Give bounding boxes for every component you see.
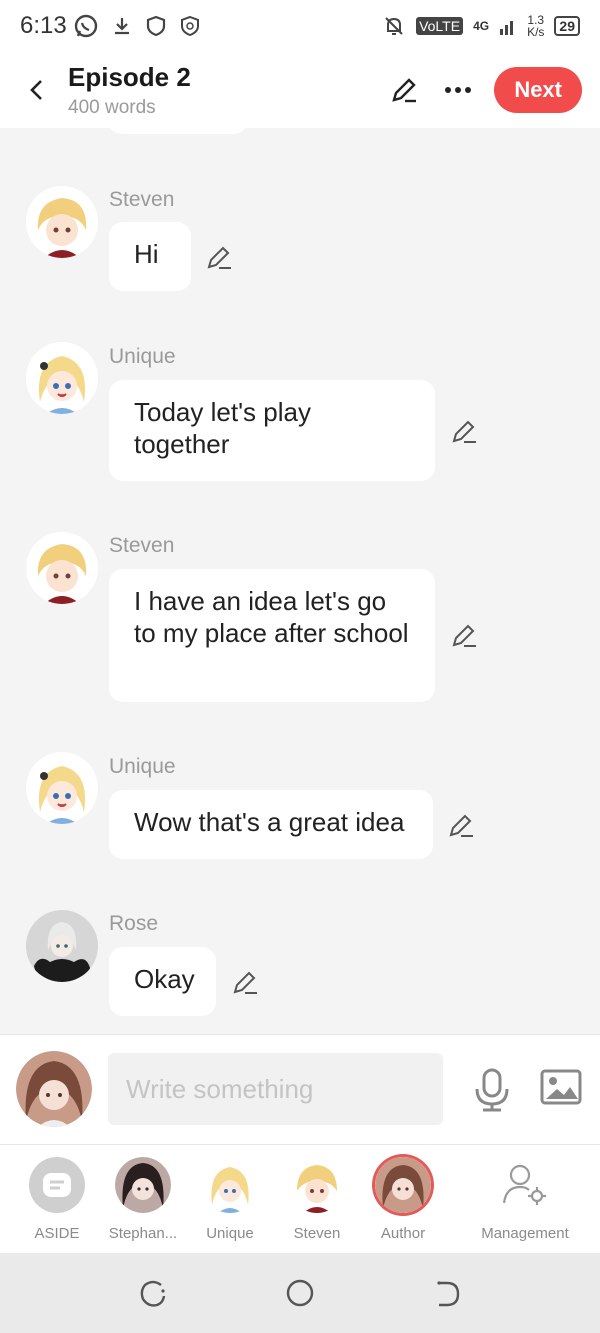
sender-name: Steven bbox=[109, 534, 175, 557]
role-steven[interactable]: Steven bbox=[272, 1157, 362, 1242]
sender-name: Steven bbox=[109, 188, 175, 211]
role-label: Stephan... bbox=[108, 1225, 178, 1242]
message-bubble[interactable]: Wow that's a great idea bbox=[109, 790, 433, 859]
word-count: 400 words bbox=[68, 96, 156, 118]
message-bubble[interactable]: Today let's play together bbox=[109, 380, 435, 481]
download-icon bbox=[114, 18, 129, 35]
microphone-icon[interactable] bbox=[472, 1067, 512, 1113]
role-label: Steven bbox=[293, 1225, 341, 1242]
back-nav-icon[interactable] bbox=[431, 1277, 463, 1309]
network-speed: 1.3 K/s bbox=[527, 13, 545, 39]
role-label: ASIDE bbox=[34, 1225, 80, 1242]
avatar-unique[interactable] bbox=[26, 752, 98, 824]
edit-message-icon[interactable] bbox=[449, 620, 479, 650]
back-button[interactable] bbox=[12, 65, 62, 115]
battery-indicator: 29 bbox=[554, 16, 580, 36]
avatar-steven bbox=[289, 1157, 345, 1213]
whatsapp-icon bbox=[74, 14, 97, 38]
avatar-author bbox=[375, 1157, 431, 1213]
message-list[interactable]: Steven Hi Unique Today let's play togeth… bbox=[0, 128, 600, 1034]
network-type: 4G bbox=[473, 19, 490, 33]
episode-header: Episode 2 400 words Next bbox=[0, 52, 600, 128]
role-label: Management bbox=[481, 1225, 569, 1242]
avatar-unique[interactable] bbox=[26, 342, 98, 414]
image-icon[interactable] bbox=[540, 1069, 582, 1105]
edit-message-icon[interactable] bbox=[204, 242, 234, 272]
signal-icon bbox=[500, 21, 514, 35]
avatar-stephanie bbox=[115, 1157, 171, 1213]
message-bubble[interactable]: Hi bbox=[109, 222, 191, 291]
header-actions: Next bbox=[386, 67, 582, 113]
volte-badge: VoLTE bbox=[416, 17, 464, 35]
vpn-shield-icon bbox=[180, 15, 199, 37]
status-bar: 6:13 VoLTE 4G 1.3 K/s 29 bbox=[0, 0, 600, 52]
aside-icon bbox=[29, 1157, 85, 1213]
role-selector: ASIDE Stephan... Unique Steven Author Ma… bbox=[0, 1144, 600, 1253]
status-system-icons: VoLTE 4G 1.3 K/s 29 bbox=[382, 14, 580, 38]
avatar-steven[interactable] bbox=[26, 186, 98, 258]
current-role-avatar[interactable] bbox=[16, 1051, 92, 1127]
system-nav-bar bbox=[0, 1253, 600, 1333]
role-author[interactable]: Author bbox=[358, 1157, 448, 1242]
role-label: Author bbox=[380, 1225, 426, 1242]
sender-name: Unique bbox=[109, 755, 176, 778]
avatar-steven[interactable] bbox=[26, 532, 98, 604]
sender-name: Unique bbox=[109, 345, 176, 368]
status-time: 6:13 bbox=[20, 12, 67, 39]
role-aside[interactable]: ASIDE bbox=[12, 1157, 102, 1242]
edit-message-icon[interactable] bbox=[446, 810, 476, 840]
status-notification-icons bbox=[73, 13, 201, 39]
previous-bubble-edge bbox=[108, 128, 248, 134]
edit-message-icon[interactable] bbox=[230, 967, 260, 997]
message-bubble[interactable]: Okay bbox=[109, 947, 216, 1016]
more-options-button[interactable] bbox=[440, 72, 476, 108]
edit-pencil-icon bbox=[392, 78, 417, 103]
sender-name: Rose bbox=[109, 912, 159, 935]
back-arrow-icon bbox=[30, 80, 42, 100]
more-icon bbox=[445, 87, 472, 93]
home-icon[interactable] bbox=[284, 1277, 316, 1309]
role-label: Unique bbox=[206, 1225, 254, 1242]
mute-bell-icon bbox=[385, 17, 403, 35]
role-management[interactable]: Management bbox=[470, 1157, 580, 1242]
message-input[interactable]: Write something bbox=[108, 1053, 443, 1125]
role-unique[interactable]: Unique bbox=[185, 1157, 275, 1242]
title-block: Episode 2 400 words bbox=[68, 62, 191, 119]
edit-message-icon[interactable] bbox=[449, 416, 479, 446]
recent-apps-icon[interactable] bbox=[137, 1277, 169, 1309]
role-stephanie[interactable]: Stephan... bbox=[98, 1157, 188, 1242]
avatar-rose[interactable] bbox=[26, 910, 98, 982]
shield-icon bbox=[146, 15, 165, 37]
edit-episode-button[interactable] bbox=[386, 72, 422, 108]
page-title: Episode 2 bbox=[68, 61, 191, 92]
management-icon bbox=[497, 1157, 553, 1213]
composer-bar: Write something bbox=[0, 1034, 600, 1144]
avatar-unique bbox=[202, 1157, 258, 1213]
next-button[interactable]: Next bbox=[494, 67, 582, 113]
message-bubble[interactable]: I have an idea let's go to my place afte… bbox=[109, 569, 435, 702]
